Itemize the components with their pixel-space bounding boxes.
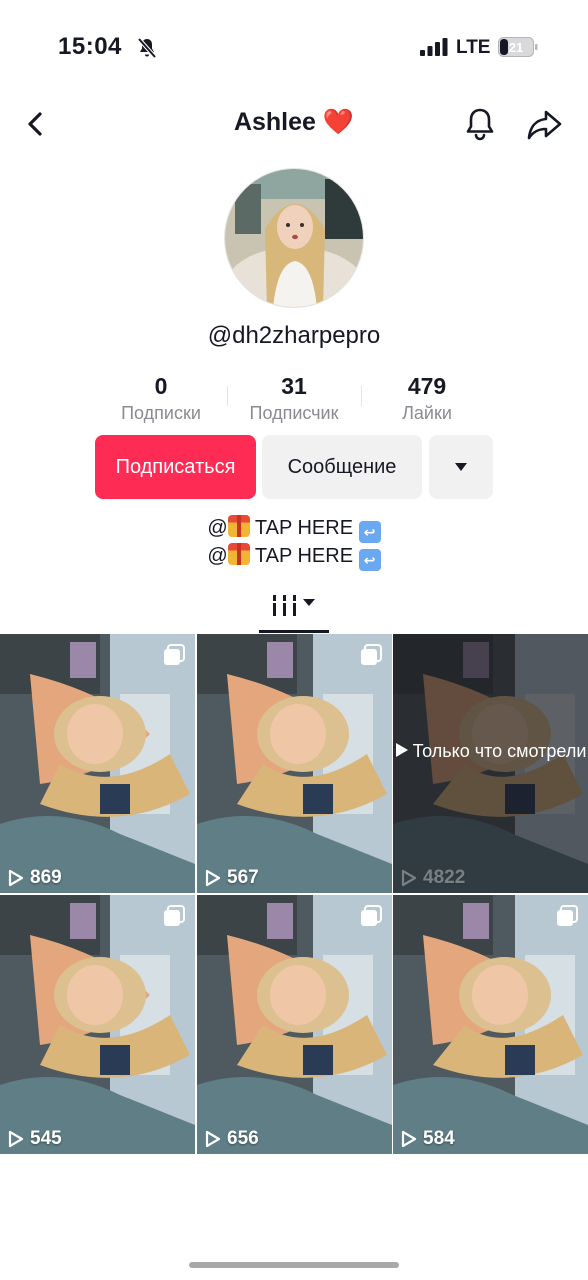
video-tile[interactable]: Только что смотрели 4822 (393, 634, 588, 893)
avatar[interactable] (224, 168, 364, 308)
video-tile[interactable]: 545 (0, 895, 195, 1154)
view-count: 869 (8, 867, 62, 889)
heart-emoji: ❤️ (322, 108, 355, 136)
multi-photo-icon (360, 905, 382, 927)
status-bar: 15:04 LTE 21 (0, 0, 588, 96)
video-thumbnail (0, 895, 195, 1154)
multi-photo-icon (556, 905, 578, 927)
gift-emoji-icon (227, 515, 250, 537)
profile-stats: 0 Подписки 31 Подписчик 479 Лайки (95, 372, 493, 428)
follow-button[interactable]: Подписаться (95, 435, 256, 499)
view-count-value: 545 (30, 1128, 62, 1149)
stat-likes[interactable]: 479 Лайки (361, 372, 493, 426)
bio-line[interactable]: @ TAP HERE ↩ (0, 543, 588, 571)
message-button[interactable]: Сообщение (262, 435, 422, 499)
return-arrow-emoji-icon: ↩ (358, 549, 381, 571)
signal-icon (420, 38, 448, 56)
battery-icon: 21 (498, 37, 538, 57)
play-outline-icon (8, 869, 24, 887)
play-outline-icon (8, 1130, 24, 1148)
video-thumbnail (197, 895, 392, 1154)
view-count-value: 584 (423, 1128, 455, 1149)
video-thumbnail (197, 634, 392, 893)
view-count-value: 869 (30, 867, 62, 888)
play-outline-icon (401, 1130, 417, 1148)
video-tile[interactable]: 869 (0, 634, 195, 893)
return-arrow-emoji-icon: ↩ (358, 521, 381, 543)
video-thumbnail (393, 895, 588, 1154)
view-count: 4822 (401, 867, 465, 889)
active-tab-indicator (259, 630, 329, 633)
multi-photo-icon (163, 905, 185, 927)
bell-slash-icon (137, 37, 157, 59)
stat-followers-label: Подписчик (249, 403, 339, 423)
suggested-accounts-button[interactable] (429, 435, 493, 499)
bio-text: TAP HERE (254, 545, 354, 567)
status-time: 15:04 (58, 33, 122, 60)
profile-name: Ashlee (233, 108, 316, 136)
video-tile[interactable]: 656 (197, 895, 392, 1154)
view-count: 584 (401, 1128, 455, 1150)
stat-followers-value: 31 (281, 373, 307, 399)
view-count: 567 (205, 867, 259, 889)
home-indicator[interactable] (189, 1262, 399, 1268)
tab-videos[interactable] (259, 588, 329, 634)
caret-down-icon (455, 463, 467, 471)
bell-icon[interactable] (462, 104, 498, 144)
watched-overlay (393, 634, 588, 893)
just-watched-label: Только что смотрели (393, 740, 588, 762)
video-grid: 869 567 Только что смотрели 4822 545 656 584 (0, 634, 588, 1154)
share-icon[interactable] (524, 104, 564, 144)
chevron-down-icon (303, 599, 315, 606)
stat-following[interactable]: 0 Подписки (95, 372, 227, 426)
view-count-value: 656 (227, 1128, 259, 1149)
bio-line[interactable]: @ TAP HERE ↩ (0, 515, 588, 543)
page-title: Ashlee ❤️ (0, 108, 588, 137)
stat-likes-value: 479 (407, 373, 447, 399)
bio-text: TAP HERE (254, 517, 354, 539)
top-nav: Ashlee ❤️ (0, 96, 588, 152)
bio: @ TAP HERE ↩ @ TAP HERE ↩ (0, 515, 588, 571)
multi-photo-icon (360, 644, 382, 666)
username: @dh2zharpepro (207, 322, 381, 349)
video-tile[interactable]: 584 (393, 895, 588, 1154)
play-outline-icon (205, 1130, 221, 1148)
just-watched-text: Только что смотрели (412, 741, 587, 761)
stat-following-label: Подписки (121, 403, 201, 423)
view-count: 545 (8, 1128, 62, 1150)
network-type: LTE (456, 37, 491, 58)
play-outline-icon (205, 869, 221, 887)
video-thumbnail (0, 634, 195, 893)
video-tile[interactable]: 567 (197, 634, 392, 893)
gift-emoji-icon (227, 543, 250, 565)
view-count-value: 567 (227, 867, 259, 888)
grid-icon (273, 592, 296, 616)
play-outline-icon (401, 869, 417, 887)
view-count-value: 4822 (423, 867, 466, 888)
stat-following-value: 0 (154, 373, 168, 399)
play-icon (395, 743, 408, 757)
stat-followers[interactable]: 31 Подписчик (228, 372, 360, 426)
stat-likes-label: Лайки (402, 403, 452, 423)
multi-photo-icon (163, 644, 185, 666)
view-count: 656 (205, 1128, 259, 1150)
battery-level: 21 (509, 40, 523, 55)
